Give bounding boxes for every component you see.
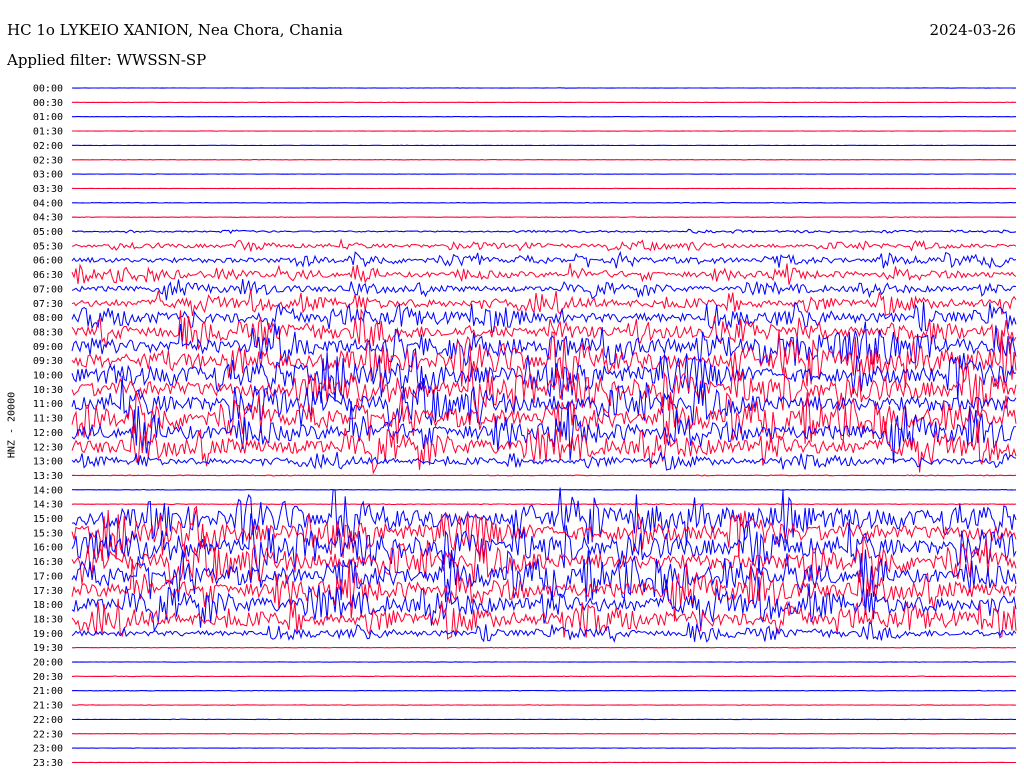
row-label: 14:00	[33, 485, 63, 496]
row-label: 16:00	[33, 543, 63, 554]
row-label: 08:00	[33, 313, 63, 324]
trace-line	[71, 216, 1017, 218]
row-label: 19:30	[33, 643, 63, 654]
row-label: 15:30	[33, 528, 63, 539]
row-label: 15:00	[33, 514, 63, 525]
trace-line	[71, 704, 1017, 706]
row-label: 06:00	[33, 256, 63, 267]
trace-line	[71, 503, 1017, 506]
row-label: 10:00	[33, 371, 63, 382]
row-label: 10:30	[33, 385, 63, 396]
row-label: 08:30	[33, 327, 63, 338]
row-label: 21:00	[33, 686, 63, 697]
row-label: 03:00	[33, 170, 63, 181]
tick-labels-group: 00:00 00:30 01:00 01:30 02:00 02:30 03:00 03:30…	[33, 84, 63, 769]
trace-line	[71, 329, 1017, 388]
trace-line	[72, 488, 1017, 491]
row-label: 05:30	[33, 241, 63, 252]
row-label: 14:30	[33, 500, 63, 511]
row-label: 00:30	[33, 98, 63, 109]
trace-line	[72, 732, 1017, 735]
traces-group	[71, 87, 1017, 764]
row-label: 18:00	[33, 600, 63, 611]
row-label: 04:30	[33, 213, 63, 224]
row-label: 13:30	[33, 471, 63, 482]
row-label: 01:30	[33, 127, 63, 138]
helicorder-plot: 00:00 00:30 01:00 01:30 02:00 02:30 03:00 03:30…	[33, 84, 1017, 769]
row-label: 16:30	[33, 557, 63, 568]
row-label: 04:00	[33, 198, 63, 209]
trace-line	[71, 689, 1017, 692]
row-label: 17:00	[33, 571, 63, 582]
row-label: 21:30	[33, 701, 63, 712]
trace-line	[71, 391, 1017, 445]
trace-line	[71, 250, 1017, 270]
row-label: 17:30	[33, 586, 63, 597]
row-label: 22:30	[33, 729, 63, 740]
row-label: 12:00	[33, 428, 63, 439]
row-label: 03:30	[33, 184, 63, 195]
trace-line	[71, 646, 1017, 649]
trace-line	[71, 621, 1017, 643]
trace-line	[72, 201, 1017, 204]
trace-line	[71, 279, 1017, 301]
row-label: 02:30	[33, 155, 63, 166]
row-label: 22:00	[33, 715, 63, 726]
row-label: 09:00	[33, 342, 63, 353]
row-label: 18:30	[33, 614, 63, 625]
row-label: 00:00	[33, 84, 63, 95]
trace-line	[71, 289, 1017, 316]
row-label: 02:00	[33, 141, 63, 152]
row-label: 20:30	[33, 672, 63, 683]
row-label: 09:30	[33, 356, 63, 367]
row-label: 13:00	[33, 457, 63, 468]
row-label: 11:30	[33, 414, 63, 425]
row-label: 05:00	[33, 227, 63, 238]
row-label: 01:00	[33, 112, 63, 123]
row-label: 06:30	[33, 270, 63, 281]
trace-line	[71, 263, 1017, 285]
row-label: 07:30	[33, 299, 63, 310]
row-label: 07:00	[33, 284, 63, 295]
trace-line	[71, 451, 1017, 471]
row-label: 19:00	[33, 629, 63, 640]
row-label: 12:30	[33, 442, 63, 453]
row-label: 11:00	[33, 399, 63, 410]
trace-line	[71, 675, 1017, 678]
trace-line	[71, 474, 1017, 477]
trace-line	[71, 228, 1017, 235]
row-label: 23:30	[33, 758, 63, 769]
trace-line	[71, 238, 1017, 252]
row-label: 23:00	[33, 744, 63, 755]
row-label: 20:00	[33, 658, 63, 669]
